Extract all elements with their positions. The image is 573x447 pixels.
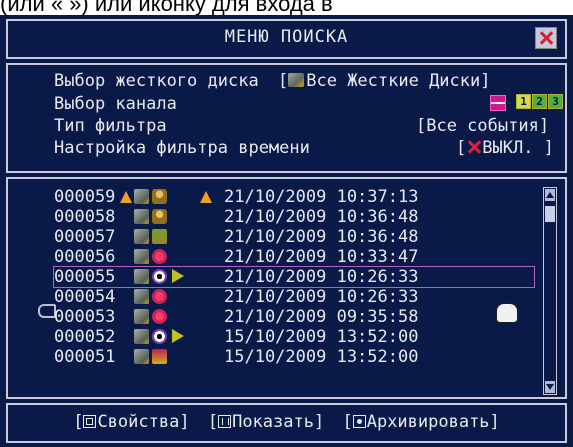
record-id: 000053 xyxy=(54,307,116,327)
record-datetime: 21/10/2009 10:33:47 xyxy=(224,247,419,267)
hdd-select-label: Выбор жесткого диска xyxy=(54,71,259,91)
channel-select-label: Выбор канала xyxy=(54,94,177,114)
all-channels-toggle[interactable] xyxy=(490,95,506,111)
hdd-select-value: Все Жесткие Диски xyxy=(306,71,481,91)
scroll-down-button[interactable] xyxy=(545,381,555,393)
record-datetime: 21/10/2009 10:26:33 xyxy=(224,267,419,287)
record-row[interactable]: 000051 15/10/2009 13:52:00 xyxy=(54,347,534,367)
record-datetime: 21/10/2009 10:36:48 xyxy=(224,227,419,247)
time-filter-label: Настройка фильтра времени xyxy=(54,138,310,158)
title-bar: МЕНЮ ПОИСКА xyxy=(6,19,567,59)
scroll-up-button[interactable] xyxy=(545,189,555,201)
record-row[interactable]: 000053 21/10/2009 09:35:58 xyxy=(54,307,534,327)
properties-icon xyxy=(83,415,97,428)
hdd-icon xyxy=(134,289,149,304)
properties-label: Свойства xyxy=(97,412,180,432)
archive-button[interactable]: [Архивировать] xyxy=(342,412,499,432)
off-x-icon xyxy=(466,140,482,154)
viewed-icon xyxy=(152,329,167,344)
record-id: 000054 xyxy=(54,287,116,307)
record-id: 000056 xyxy=(54,247,116,267)
hdd-icon xyxy=(288,73,305,87)
record-id: 000058 xyxy=(54,207,116,227)
close-button[interactable] xyxy=(535,27,557,49)
filter-type-label: Тип фильтра xyxy=(54,116,167,136)
record-row-selected[interactable]: 000055 21/10/2009 10:26:33 xyxy=(53,266,535,288)
record-row[interactable]: 000058 21/10/2009 10:36:48 xyxy=(54,207,534,227)
channel-2-checkbox[interactable]: 2 xyxy=(532,94,547,109)
footer-bar: [Свойства] [Показать] [Архивировать] xyxy=(6,403,567,443)
record-row[interactable]: 000056 21/10/2009 10:33:47 xyxy=(54,247,534,267)
record-id: 000051 xyxy=(54,347,116,367)
archive-tape-icon xyxy=(152,349,167,364)
show-label: Показать xyxy=(232,412,314,432)
record-datetime: 21/10/2009 10:37:13 xyxy=(224,187,419,207)
show-button[interactable]: [Показать] xyxy=(208,412,324,432)
record-row[interactable]: 000059 21/10/2009 10:37:13 xyxy=(54,187,534,207)
channel-3-checkbox[interactable]: 3 xyxy=(548,94,563,109)
viewed-icon xyxy=(152,269,167,284)
window-title: МЕНЮ ПОИСКА xyxy=(224,27,349,47)
play-icon xyxy=(172,269,184,283)
record-datetime: 15/10/2009 13:52:00 xyxy=(224,347,419,367)
time-filter-value: ВЫКЛ. xyxy=(482,138,534,158)
hdd-icon xyxy=(134,349,149,364)
record-datetime: 21/10/2009 10:26:33 xyxy=(224,287,419,307)
camera-icon xyxy=(152,229,167,244)
scroll-thumb[interactable] xyxy=(545,206,555,222)
play-icon xyxy=(172,329,184,343)
filter-type-select[interactable]: [Все события] xyxy=(416,116,549,136)
motion-person-icon xyxy=(152,209,167,224)
record-id: 000052 xyxy=(54,327,116,347)
record-row[interactable]: 000054 21/10/2009 10:26:33 xyxy=(54,287,534,307)
filter-options-panel: Выбор жесткого диска [Все Жесткие Диски]… xyxy=(6,63,567,173)
channel-1-checkbox[interactable]: 1 xyxy=(516,94,531,109)
hdd-icon xyxy=(134,329,149,344)
record-datetime: 15/10/2009 13:52:00 xyxy=(224,327,419,347)
motion-person-icon xyxy=(152,189,167,204)
warning-icon xyxy=(120,191,132,203)
record-id: 000059 xyxy=(54,187,116,207)
hdd-icon xyxy=(134,249,149,264)
record-datetime: 21/10/2009 09:35:58 xyxy=(224,307,419,327)
properties-button[interactable]: [Свойства] xyxy=(73,412,189,432)
record-row[interactable]: 000052 15/10/2009 13:52:00 xyxy=(54,327,534,347)
search-menu-screen: МЕНЮ ПОИСКА Выбор жесткого диска [Все Же… xyxy=(0,15,573,447)
record-list-panel: 000059 21/10/2009 10:37:13 000058 21/10/… xyxy=(6,177,567,399)
archive-icon xyxy=(352,415,366,428)
alarm-icon xyxy=(152,309,167,324)
time-filter-toggle[interactable]: [ВЫКЛ. ] xyxy=(456,138,554,158)
record-datetime: 21/10/2009 10:36:48 xyxy=(224,207,419,227)
record-id: 000055 xyxy=(54,267,116,287)
alarm-icon xyxy=(152,289,167,304)
hdd-icon xyxy=(134,269,149,284)
hdd-icon xyxy=(134,229,149,244)
list-scrollbar[interactable] xyxy=(543,187,557,395)
alarm-icon xyxy=(152,249,167,264)
show-icon xyxy=(218,415,232,428)
hdd-icon xyxy=(134,189,149,204)
warning-icon xyxy=(200,191,212,203)
record-id: 000057 xyxy=(54,227,116,247)
caption-text: (или « ») или иконку для входа в xyxy=(0,0,333,16)
hdd-icon xyxy=(134,309,149,324)
hdd-icon xyxy=(134,209,149,224)
hdd-select[interactable]: [Все Жесткие Диски] xyxy=(278,71,491,91)
archive-label: Архивировать xyxy=(366,412,490,432)
record-row[interactable]: 000057 21/10/2009 10:36:48 xyxy=(54,227,534,247)
